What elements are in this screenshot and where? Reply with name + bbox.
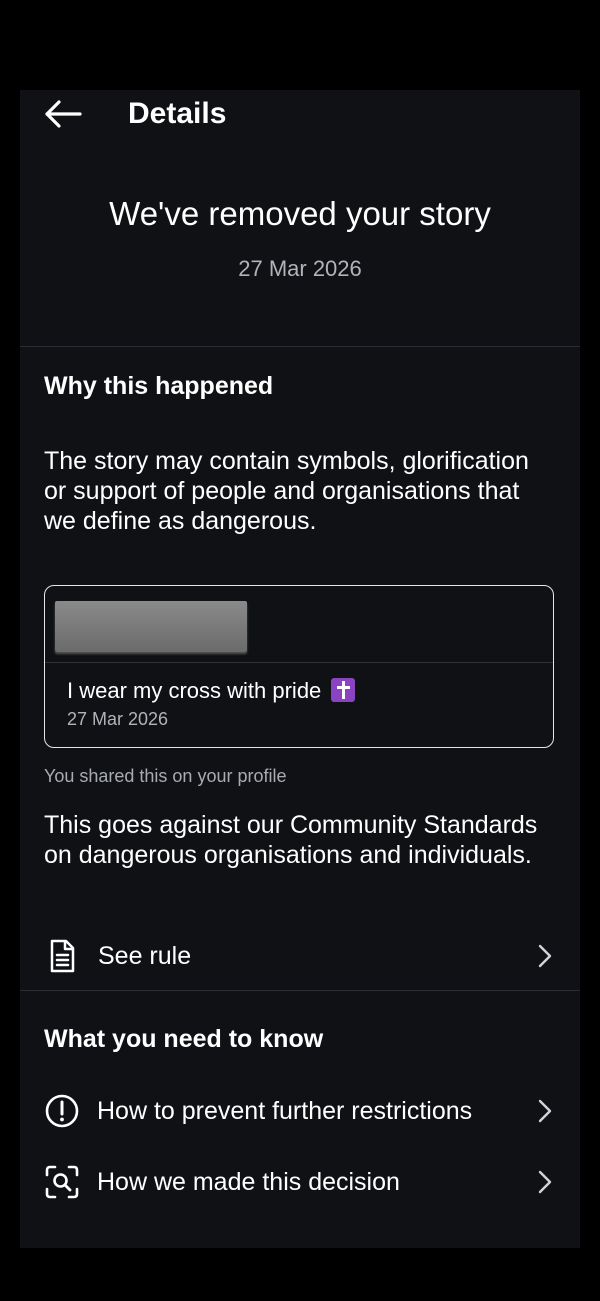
document-icon: [50, 939, 75, 973]
row-cutoff-strokes: [20, 1245, 580, 1248]
card-divider: [45, 662, 553, 663]
divider: [20, 990, 580, 991]
see-rule-label: See rule: [98, 942, 192, 970]
prevent-restrictions-row[interactable]: How to prevent further restrictions: [20, 1083, 580, 1139]
shared-note: You shared this on your profile: [44, 766, 287, 786]
chevron-right-icon: [538, 1170, 552, 1194]
story-caption: I wear my cross with pride: [67, 678, 322, 703]
top-bar: Details: [20, 90, 580, 138]
standards-text: This goes against our Community Standard…: [44, 811, 538, 869]
alert-circle-icon: [45, 1094, 79, 1128]
latin-cross-emoji-icon: [331, 678, 356, 702]
chevron-right-icon: [538, 1099, 552, 1123]
reason-text: The story may contain symbols, glorifica…: [44, 447, 529, 535]
removal-date: 27 Mar 2026: [238, 256, 362, 281]
prevent-restrictions-label: How to prevent further restrictions: [97, 1097, 473, 1125]
divider: [20, 346, 580, 347]
decision-process-row[interactable]: How we made this decision: [20, 1154, 580, 1210]
chevron-right-icon: [538, 944, 552, 968]
screen: Details We've removed your story 27 Mar …: [20, 90, 580, 1248]
story-caption-line: I wear my cross with pride: [67, 677, 356, 705]
scan-search-icon: [45, 1165, 79, 1199]
see-rule-row[interactable]: See rule: [20, 928, 580, 984]
know-section-title: What you need to know: [44, 1025, 324, 1053]
decision-process-label: How we made this decision: [97, 1168, 400, 1196]
removed-story-card: I wear my cross with pride 27 Mar 2026: [44, 585, 554, 748]
arrow-left-icon: [45, 100, 82, 128]
page-title: Details: [128, 97, 227, 130]
story-date: 27 Mar 2026: [67, 709, 169, 729]
story-thumbnail: [55, 601, 247, 652]
next-row-cut-off: [20, 1240, 580, 1248]
removal-headline: We've removed your story: [109, 195, 491, 232]
why-section-title: Why this happened: [44, 372, 274, 400]
back-button[interactable]: [42, 98, 82, 130]
